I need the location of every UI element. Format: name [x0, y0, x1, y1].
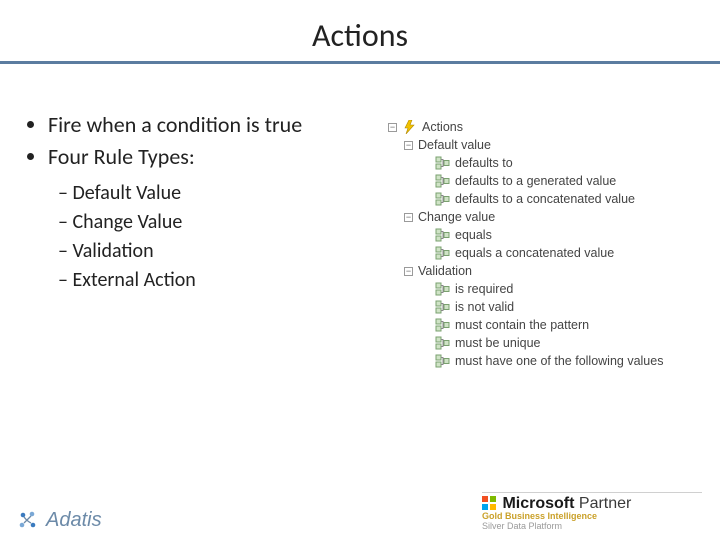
rule-icon [435, 282, 451, 296]
rule-icon [435, 318, 451, 332]
rule-icon [435, 300, 451, 314]
rule-icon [435, 174, 451, 188]
tree-collapse-icon[interactable]: − [404, 141, 413, 150]
page-title: Actions [0, 16, 720, 55]
tree-item-label[interactable]: defaults to a concatenated value [455, 192, 635, 206]
tree-item-label[interactable]: must be unique [455, 336, 540, 350]
tree-group-label: Default value [418, 138, 491, 152]
tree-collapse-icon[interactable]: − [404, 267, 413, 276]
tree-item-label[interactable]: is not valid [455, 300, 514, 314]
tree-item-label[interactable]: defaults to [455, 156, 513, 170]
footer: Adatis Microsoft Partner Gold Business I… [0, 492, 720, 532]
adatis-logo: Adatis [18, 509, 102, 532]
rule-icon [435, 192, 451, 206]
tree-item-label[interactable]: must have one of the following values [455, 354, 663, 368]
tree-item-label[interactable]: equals [455, 228, 492, 242]
ms-prefix: Microsoft [502, 495, 574, 512]
tree-item-label[interactable]: defaults to a generated value [455, 174, 616, 188]
adatis-text: Adatis [46, 509, 102, 532]
ms-partner-logo: Microsoft Partner Gold Business Intellig… [482, 492, 702, 532]
lightning-icon [402, 120, 418, 134]
bullet-item: Fire when a condition is true [48, 110, 360, 140]
tree-item-label[interactable]: is required [455, 282, 513, 296]
ms-silver: Silver Data Platform [482, 522, 702, 532]
sub-item: Default Value [58, 179, 360, 208]
sub-item: Change Value [58, 208, 360, 237]
business-rules-tree: − Actions − Default value defaults to [384, 118, 690, 370]
tree-item-label[interactable]: equals a concatenated value [455, 246, 614, 260]
tree-item-label[interactable]: must contain the pattern [455, 318, 589, 332]
tree-collapse-icon[interactable]: − [404, 213, 413, 222]
sub-item: External Action [58, 266, 360, 295]
ms-suffix: Partner [579, 495, 631, 512]
tree-group-label: Validation [418, 264, 472, 278]
body-text: Fire when a condition is true Four Rule … [30, 110, 360, 295]
adatis-icon [18, 510, 40, 532]
tree-collapse-icon[interactable]: − [388, 123, 397, 132]
microsoft-icon [482, 496, 496, 510]
bullet-item: Four Rule Types: [48, 142, 360, 172]
sub-item: Validation [58, 237, 360, 266]
rule-icon [435, 228, 451, 242]
rule-icon [435, 336, 451, 350]
rule-icon [435, 156, 451, 170]
rule-icon [435, 246, 451, 260]
rule-icon [435, 354, 451, 368]
tree-group-label: Change value [418, 210, 495, 224]
tree-root-label: Actions [422, 120, 463, 134]
